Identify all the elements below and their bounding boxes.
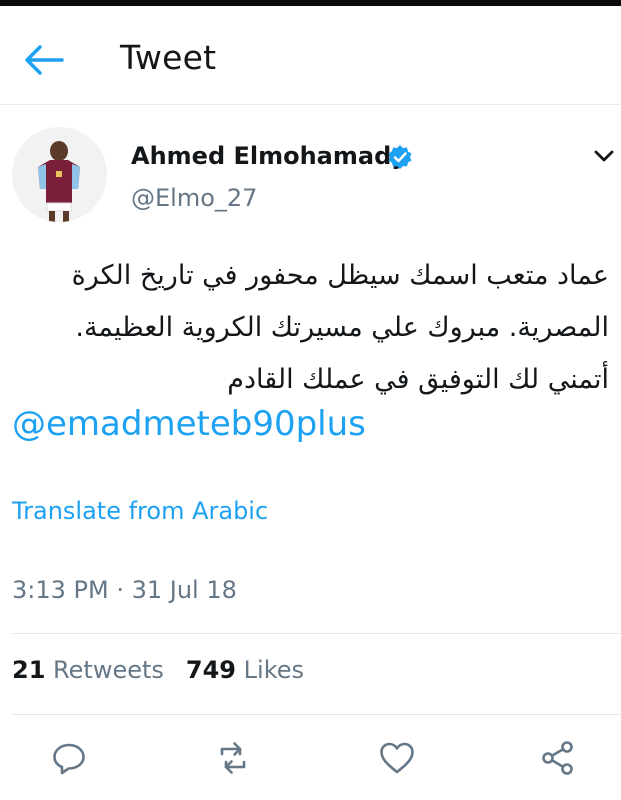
- header-bar: Tweet: [0, 6, 621, 105]
- likes-count: 749: [185, 656, 237, 684]
- translate-link[interactable]: Translate from Arabic: [12, 497, 268, 525]
- heart-icon: [380, 742, 414, 774]
- likes-stat[interactable]: 749 Likes: [186, 656, 304, 684]
- page-title: Tweet: [120, 38, 217, 77]
- reply-button[interactable]: [49, 738, 89, 778]
- chevron-down-icon[interactable]: [592, 146, 616, 166]
- mention-link[interactable]: @emadmeteb90plus: [12, 404, 366, 444]
- retweet-button[interactable]: [213, 738, 253, 778]
- tweet-text: عماد متعب اسمك سيظل محفور في تاريخ الكرة…: [12, 250, 609, 406]
- share-icon: [542, 741, 573, 775]
- like-button[interactable]: [377, 738, 417, 778]
- divider: [12, 633, 621, 634]
- author-handle[interactable]: @Elmo_27: [131, 184, 257, 212]
- retweets-stat[interactable]: 21 Retweets: [12, 656, 164, 684]
- player-avatar-image: [12, 127, 107, 222]
- reply-icon: [53, 743, 85, 775]
- tweet-stats: 21 Retweets 749 Likes: [12, 656, 304, 684]
- tweet-line: أتمني لك التوفيق في عملك القادم: [227, 364, 609, 395]
- tweet-line: عماد متعب اسمك سيظل محفور في تاريخ الكرة: [71, 260, 609, 291]
- share-button[interactable]: [538, 738, 578, 778]
- tweet-timestamp: 3:13 PM · 31 Jul 18: [12, 576, 237, 604]
- likes-label: Likes: [243, 656, 305, 684]
- retweet-icon: [220, 742, 246, 774]
- avatar[interactable]: [12, 127, 107, 222]
- back-arrow-icon: [25, 45, 64, 75]
- retweets-count: 21: [12, 656, 46, 684]
- divider: [12, 714, 621, 715]
- author-display-name[interactable]: Ahmed Elmohamady: [131, 142, 407, 170]
- retweets-label: Retweets: [53, 656, 164, 684]
- back-button[interactable]: [22, 42, 66, 78]
- verified-badge-icon: [387, 144, 413, 170]
- tweet-line: المصرية. مبروك علي مسيرتك الكروية العظيم…: [75, 312, 609, 343]
